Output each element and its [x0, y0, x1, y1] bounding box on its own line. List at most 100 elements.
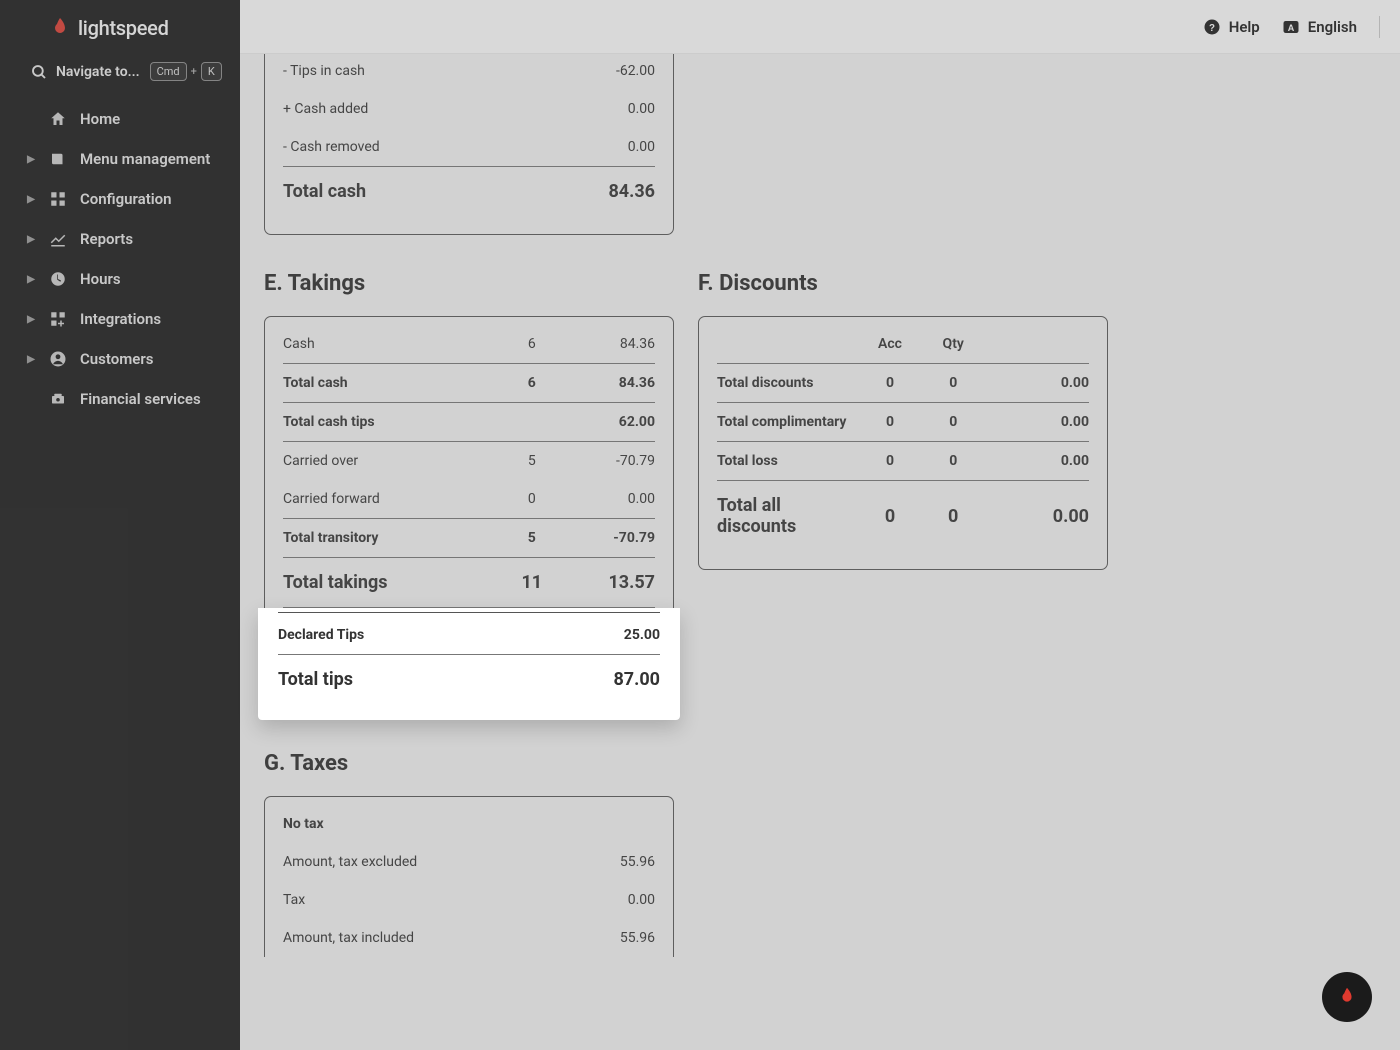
svg-text:A: A: [1288, 22, 1295, 32]
row-label: Total tips: [278, 654, 526, 704]
row-qty: [509, 403, 554, 442]
row-label: Cash: [283, 325, 509, 364]
sidebar: lightspeed Navigate to... Cmd + K ▶ Home…: [0, 0, 240, 1050]
row-label: Total loss: [717, 442, 858, 481]
table-row: - Tips in cash -62.00: [283, 54, 655, 90]
row-value: 13.57: [554, 558, 655, 608]
kbd-k: K: [201, 62, 222, 81]
row-label: Total all discounts: [717, 481, 858, 552]
row-label: Total discounts: [717, 364, 858, 403]
row-value: 25.00: [526, 612, 660, 654]
sidebar-item-integrations[interactable]: ▶ Integrations: [0, 299, 240, 339]
table-row: Total discounts 0 0 0.00: [717, 364, 1089, 403]
topbar-divider: [1379, 16, 1380, 38]
section-g-title: G. Taxes: [264, 751, 674, 776]
topbar: ? Help A English: [240, 0, 1400, 54]
col-qty-header: Qty: [922, 325, 985, 364]
chevron-right-icon: ▶: [26, 274, 36, 285]
row-label: Total complimentary: [717, 403, 858, 442]
row-value: 84.36: [534, 167, 655, 217]
row-label: Declared Tips: [278, 612, 526, 654]
row-qty: 6: [509, 364, 554, 403]
clock-icon: [48, 269, 68, 289]
sidebar-item-financial-services[interactable]: ▶ Financial services: [0, 379, 240, 419]
table-row: No tax: [283, 805, 655, 843]
row-value: 62.00: [554, 403, 655, 442]
navigate-label: Navigate to...: [56, 64, 140, 80]
content: - Tips in cash -62.00 + Cash added 0.00 …: [240, 54, 1400, 1050]
help-label: Help: [1229, 18, 1260, 36]
sidebar-item-home[interactable]: ▶ Home: [0, 99, 240, 139]
row-qty: 0: [509, 480, 554, 519]
row-label: - Tips in cash: [283, 54, 534, 90]
row-value: 0.00: [985, 403, 1089, 442]
row-acc: 0: [858, 364, 921, 403]
sidebar-item-configuration[interactable]: ▶ Configuration: [0, 179, 240, 219]
kbd-plus: +: [190, 65, 198, 78]
section-e-title: E. Takings: [264, 271, 674, 296]
menu-icon: [48, 149, 68, 169]
row-value: 0.00: [985, 481, 1089, 552]
support-fab[interactable]: [1322, 972, 1372, 1022]
row-label: Tax: [283, 881, 578, 919]
chevron-right-icon: ▶: [26, 234, 36, 245]
row-acc: 0: [858, 403, 921, 442]
sidebar-item-hours[interactable]: ▶ Hours: [0, 259, 240, 299]
main: ? Help A English - Tips in cash -62.00: [240, 0, 1400, 1050]
sidebar-item-label: Integrations: [80, 310, 161, 328]
sidebar-item-label: Financial services: [80, 390, 201, 408]
row-value: 0.00: [578, 881, 655, 919]
sidebar-item-label: Menu management: [80, 150, 210, 168]
row-value: 84.36: [554, 325, 655, 364]
table-row: Total cash 6 84.36: [283, 364, 655, 403]
language-icon: A: [1282, 18, 1300, 36]
chevron-right-icon: ▶: [26, 314, 36, 325]
table-row: Total complimentary 0 0 0.00: [717, 403, 1089, 442]
tips-highlight-card: Declared Tips 25.00 Total tips 87.00: [258, 608, 680, 720]
integrations-icon: [48, 309, 68, 329]
row-label: Total transitory: [283, 519, 509, 558]
row-value: -70.79: [554, 519, 655, 558]
row-value: 55.96: [578, 919, 655, 957]
row-label: Total cash: [283, 364, 509, 403]
row-label: No tax: [283, 805, 578, 843]
row-qty: 0: [922, 364, 985, 403]
sidebar-item-label: Customers: [80, 350, 153, 368]
section-f-title: F. Discounts: [698, 271, 1108, 296]
table-row: Tax 0.00: [283, 881, 655, 919]
row-value: -70.79: [554, 442, 655, 481]
row-label: - Cash removed: [283, 128, 534, 167]
table-header: Acc Qty: [717, 325, 1089, 364]
table-row: Carried over 5 -70.79: [283, 442, 655, 481]
row-value: 87.00: [526, 654, 660, 704]
sidebar-item-menu-management[interactable]: ▶ Menu management: [0, 139, 240, 179]
row-qty: 5: [509, 442, 554, 481]
row-label: Total takings: [283, 558, 509, 608]
row-label: Total cash: [283, 167, 534, 217]
help-link[interactable]: ? Help: [1203, 18, 1260, 36]
row-value: 0.00: [554, 480, 655, 519]
row-label: + Cash added: [283, 90, 534, 128]
row-qty: 11: [509, 558, 554, 608]
bank-icon: [48, 389, 68, 409]
row-value: 55.96: [578, 843, 655, 881]
row-value: 0.00: [534, 128, 655, 167]
kbd-hint: Cmd + K: [150, 62, 222, 81]
flame-icon: [1336, 986, 1358, 1008]
table-row: Total cash tips 62.00: [283, 403, 655, 442]
sidebar-item-reports[interactable]: ▶ Reports: [0, 219, 240, 259]
navigate-trigger[interactable]: Navigate to... Cmd + K: [0, 52, 240, 95]
row-value: 0.00: [985, 364, 1089, 403]
table-row-total: Total all discounts 0 0 0.00: [717, 481, 1089, 552]
grid-icon: [48, 189, 68, 209]
row-label: Carried forward: [283, 480, 509, 519]
taxes-card: No tax Amount, tax excluded 55.96 Tax 0.…: [264, 796, 674, 957]
brand-logo[interactable]: lightspeed: [0, 8, 240, 52]
col-acc-header: Acc: [858, 325, 921, 364]
language-selector[interactable]: A English: [1282, 18, 1357, 36]
language-label: English: [1308, 18, 1357, 36]
sidebar-item-customers[interactable]: ▶ Customers: [0, 339, 240, 379]
sidebar-item-label: Configuration: [80, 190, 172, 208]
table-row-total: Total cash 84.36: [283, 167, 655, 217]
chevron-right-icon: ▶: [26, 154, 36, 165]
